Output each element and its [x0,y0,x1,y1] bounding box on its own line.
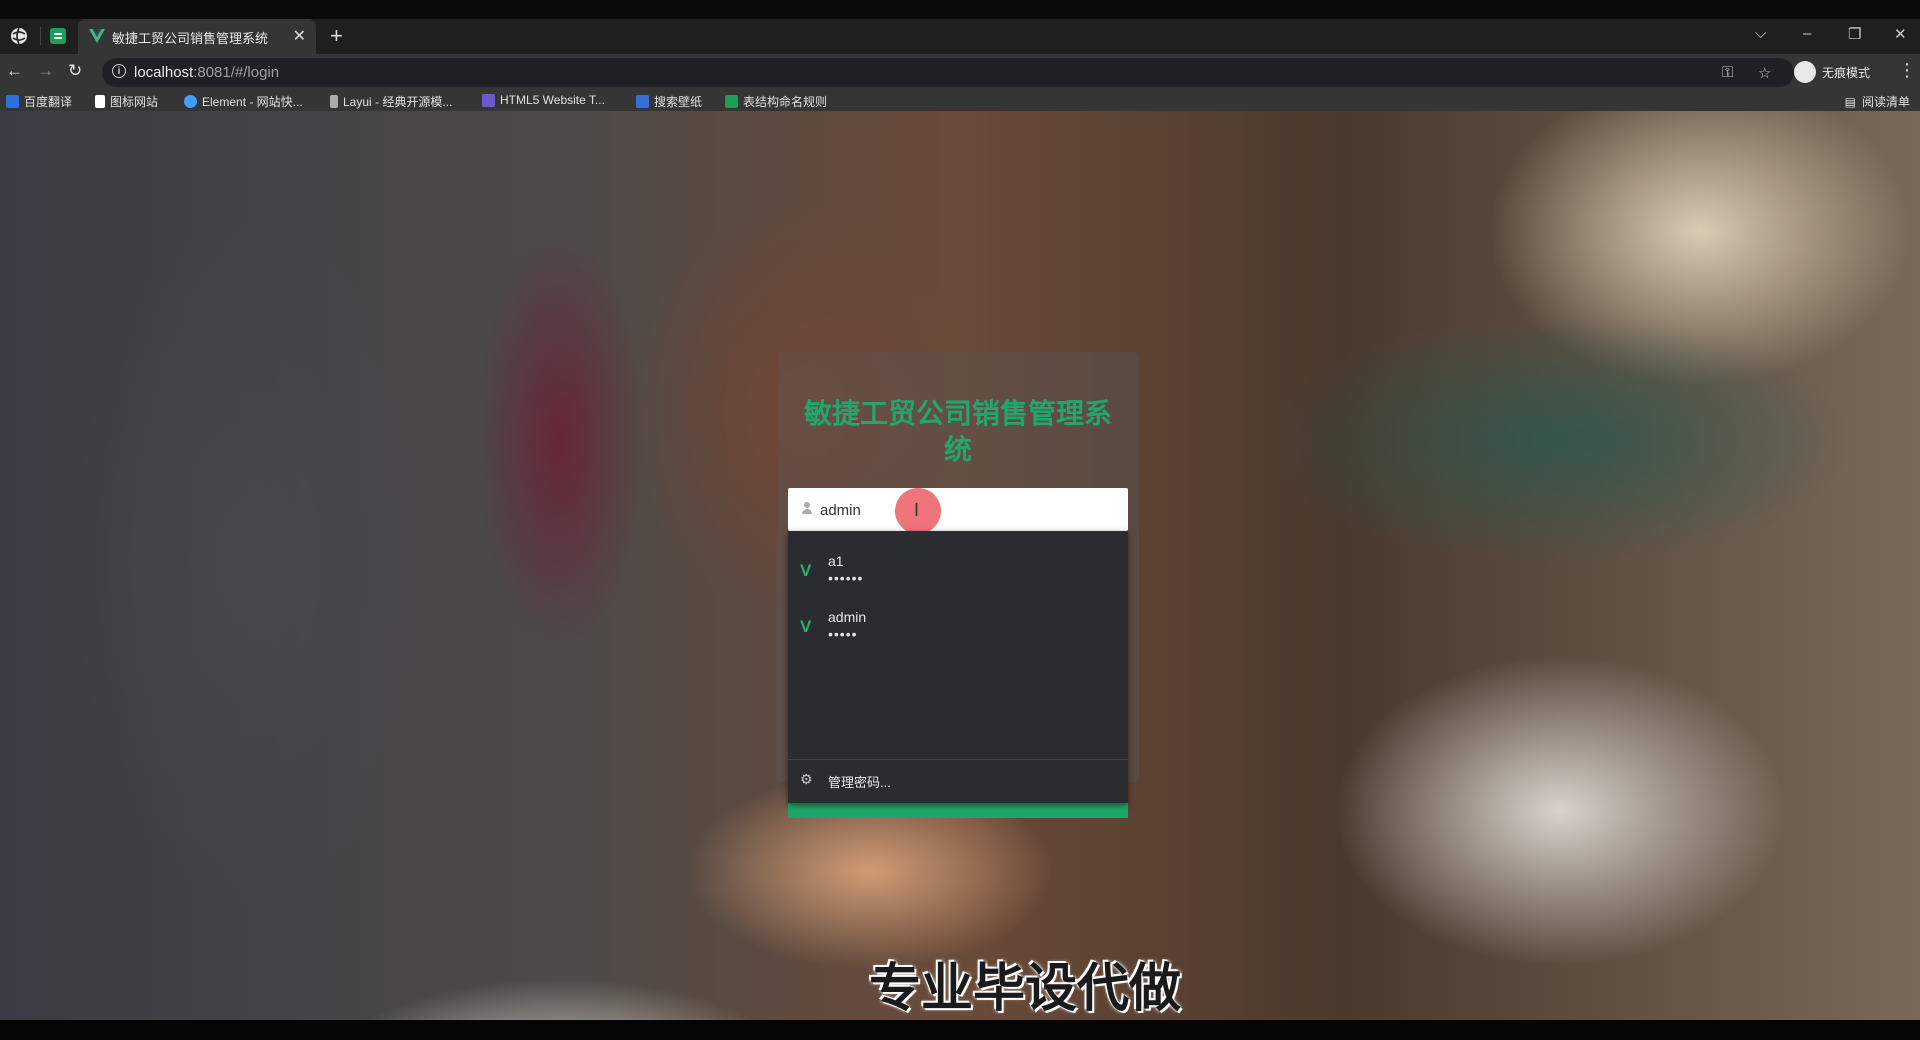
vue-logo-icon: V [800,561,812,580]
bookmark-label: 搜索壁纸 [654,95,703,109]
autofill-divider [788,759,1128,760]
globe-icon[interactable] [10,27,28,45]
autofill-password: ••••• [828,626,858,642]
tab-close-icon[interactable]: ✕ [293,26,306,46]
tab-separator [40,27,41,45]
site-info-icon[interactable]: i [112,64,126,78]
autofill-item[interactable]: V admin ••••• [788,597,1128,653]
autofill-password: •••••• [828,570,864,586]
text-cursor-icon: I [914,500,920,520]
bookmark-item[interactable]: HTML5 Website T... [482,93,605,107]
tab-bar: 敏捷工贸公司销售管理系统 ✕ + ⌵ – ❐ ✕ [0,19,1920,54]
bookmark-label: Element - 网站快... [202,95,303,109]
bookmark-label: 表结构命名规则 [743,95,828,109]
password-autofill-dropdown: V a1 •••••• V admin ••••• ⚙ 管理密码... [788,531,1128,803]
html5-icon [482,93,495,107]
bookmark-item[interactable]: 表结构命名规则 [725,93,827,110]
login-title: 敏捷工贸公司销售管理系统 [803,397,1112,466]
forward-icon[interactable]: → [37,61,54,81]
vue-logo-icon: V [800,617,812,636]
gear-icon: ⚙ [800,771,813,787]
bookmark-label: 图标网站 [110,95,159,109]
username-field[interactable] [788,488,1128,533]
watermark-text: 专业毕设代做 [868,959,1181,1019]
tab-search-chevron-icon[interactable]: ⌵ [1755,25,1766,42]
new-tab-button[interactable]: + [330,23,343,49]
incognito-icon [1794,61,1816,83]
autofill-item[interactable]: V a1 •••••• [788,541,1128,597]
bookmark-star-icon[interactable]: ☆ [1758,64,1771,82]
bookmark-item[interactable]: Element - 网站快... [184,93,303,110]
mouse-cursor-highlight: I [895,488,941,534]
key-icon[interactable]: ⚿ [1722,64,1733,81]
tab-title: 敏捷工贸公司销售管理系统 [112,31,269,46]
user-icon [802,502,812,514]
login-page-background: 敏捷工贸公司销售管理系统 I V a1 •••••• V admin •••••… [0,111,1920,1020]
restore-icon[interactable]: ❐ [1848,25,1861,43]
close-window-icon[interactable]: ✕ [1894,25,1907,43]
element-icon [184,95,197,108]
bookmark-item[interactable]: 百度翻译 [6,93,72,110]
bookmark-item[interactable]: Layui - 经典开源模... [330,93,452,110]
tab-sheet-icon[interactable] [50,28,66,44]
layui-icon [330,95,338,108]
back-icon[interactable]: ← [6,61,23,81]
autofill-username: admin [828,609,867,625]
username-input[interactable] [818,488,1112,533]
reading-list-icon: ▤ [1844,94,1856,109]
bookmark-label: HTML5 Website T... [500,93,605,107]
browser-toolbar: ← → ↻ i localhost:8081/#/login ⚿ ☆ 无痕模式 … [0,54,1920,91]
url-host: localhost [134,64,194,81]
minimize-icon[interactable]: – [1803,25,1811,42]
manage-passwords-label: 管理密码... [828,775,891,790]
window-top-strip [0,0,1920,19]
url-path: :8081/#/login [193,64,280,81]
manage-passwords-item[interactable]: ⚙ 管理密码... [788,763,1128,797]
reload-icon[interactable]: ↻ [68,61,82,81]
login-button[interactable] [788,801,1128,818]
flag-icon [95,95,105,108]
url-text[interactable]: localhost:8081/#/login [134,64,279,81]
reading-list-button[interactable]: ▤ 阅读清单 [1845,93,1910,110]
incognito-label: 无痕模式 [1822,65,1871,80]
tab-active[interactable]: 敏捷工贸公司销售管理系统 ✕ [78,19,316,54]
bookmark-item[interactable]: 图标网站 [95,93,158,110]
window-bottom-strip [0,1020,1920,1040]
vue-logo-icon [89,29,105,43]
translate-icon [6,95,19,108]
wallpaper-icon [636,95,649,108]
reading-list-label: 阅读清单 [1861,95,1910,109]
sheet-icon [725,95,738,108]
incognito-indicator[interactable]: 无痕模式 [1794,59,1886,85]
bookmark-label: 百度翻译 [24,95,73,109]
address-bar[interactable]: i localhost:8081/#/login ⚿ ☆ [102,58,1794,87]
bookmark-item[interactable]: 搜索壁纸 [636,93,702,110]
autofill-username: a1 [828,553,844,569]
menu-dots-icon[interactable]: ⋮ [1898,60,1916,81]
bookmarks-bar: 百度翻译 图标网站 Element - 网站快... Layui - 经典开源模… [0,91,1920,111]
bookmark-label: Layui - 经典开源模... [343,95,453,109]
